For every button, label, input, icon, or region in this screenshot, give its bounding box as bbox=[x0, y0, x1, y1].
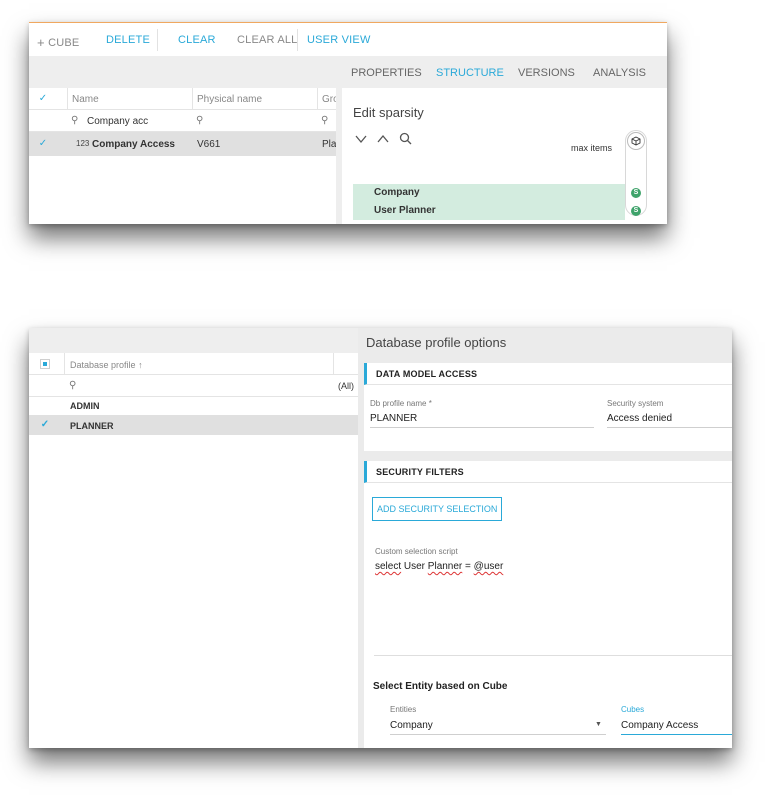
delete-button[interactable]: DELETE bbox=[106, 34, 150, 46]
profile-name-label: Db profile name * bbox=[370, 399, 432, 408]
profile-name: PLANNER bbox=[70, 421, 114, 431]
column-divider bbox=[333, 353, 334, 375]
row-checkbox[interactable]: ✓ bbox=[38, 139, 48, 149]
list-item[interactable]: ADMIN bbox=[29, 395, 358, 415]
custom-script-label: Custom selection script bbox=[375, 547, 458, 556]
cube-toolbar: + CUBE DELETE CLEAR CLEAR ALL USER VIEW bbox=[29, 23, 667, 56]
search-icon[interactable]: ⚲ bbox=[321, 115, 328, 126]
column-divider bbox=[67, 88, 68, 110]
select-all-checkbox[interactable] bbox=[40, 359, 50, 369]
section-heading: SECURITY FILTERS bbox=[364, 461, 732, 483]
max-items-label: max items bbox=[571, 143, 613, 153]
clear-all-button[interactable]: CLEAR ALL bbox=[237, 34, 298, 46]
profile-options-pane: Database profile options DATA MODEL ACCE… bbox=[358, 328, 732, 748]
cubes-input[interactable]: Company Access bbox=[621, 720, 698, 731]
plus-icon: + bbox=[37, 35, 45, 50]
detail-tabs: PROPERTIES STRUCTURE VERSIONS ANALYSIS bbox=[336, 56, 667, 88]
toolbar-divider bbox=[157, 29, 158, 51]
row-physical-name: V661 bbox=[197, 139, 221, 150]
profile-name: ADMIN bbox=[70, 401, 100, 411]
grid-filter-row: ⚲ Company acc ⚲ ⚲ bbox=[29, 110, 336, 132]
search-icon[interactable] bbox=[399, 132, 412, 148]
user-view-button[interactable]: USER VIEW bbox=[307, 34, 371, 46]
sparsity-row-user-planner[interactable]: User Planner bbox=[353, 202, 625, 220]
field-underline bbox=[370, 427, 594, 428]
profile-name-field[interactable]: PLANNER bbox=[370, 413, 417, 424]
add-cube-button[interactable]: + CUBE bbox=[37, 34, 79, 50]
security-filters-section: SECURITY FILTERS ADD SECURITY SELECTION … bbox=[364, 461, 732, 748]
edit-sparsity-title: Edit sparsity bbox=[353, 105, 424, 120]
section-heading: DATA MODEL ACCESS bbox=[364, 363, 732, 385]
filter-all-dropdown[interactable]: (All) bbox=[338, 381, 354, 391]
select-all-checkbox[interactable]: ✓ bbox=[38, 94, 48, 104]
profile-list-header: Database profile ↑ bbox=[29, 353, 358, 375]
search-icon[interactable]: ⚲ bbox=[196, 115, 203, 126]
grid-header-row: ✓ Name Physical name Gro bbox=[29, 88, 339, 110]
edit-sparsity-pane: Edit sparsity max items Company S User P… bbox=[342, 88, 667, 224]
search-icon: ⚲ bbox=[71, 115, 79, 126]
column-header-database-profile[interactable]: Database profile ↑ bbox=[70, 360, 143, 370]
clear-button[interactable]: CLEAR bbox=[178, 34, 216, 46]
tab-structure[interactable]: STRUCTURE bbox=[436, 67, 504, 79]
column-divider bbox=[192, 88, 193, 110]
toolbar-divider bbox=[297, 29, 298, 51]
custom-script-textarea[interactable]: select User Planner = @user bbox=[375, 561, 503, 572]
field-underline-active bbox=[621, 734, 732, 735]
data-model-access-section: DATA MODEL ACCESS Db profile name * PLAN… bbox=[364, 363, 732, 451]
column-divider bbox=[64, 353, 65, 375]
profile-filter-row: ⚲ (All) bbox=[29, 375, 358, 397]
cube-icon[interactable] bbox=[627, 132, 645, 150]
entities-label: Entities bbox=[390, 705, 417, 714]
database-profile-panel: Database profile ↑ ⚲ (All) ADMIN ✓ PLANN… bbox=[29, 328, 732, 748]
tab-properties[interactable]: PROPERTIES bbox=[351, 67, 422, 79]
search-icon[interactable]: ⚲ bbox=[69, 380, 76, 391]
sparsity-row-company[interactable]: Company bbox=[353, 184, 625, 202]
field-underline bbox=[607, 427, 732, 428]
list-item[interactable]: ✓ PLANNER bbox=[29, 415, 358, 435]
column-header-name[interactable]: Name bbox=[72, 94, 99, 105]
script-underline bbox=[374, 655, 732, 656]
chevron-up-icon[interactable] bbox=[377, 133, 389, 148]
grid-top-bar bbox=[29, 56, 336, 88]
entities-select[interactable]: Company bbox=[390, 720, 433, 731]
select-entity-heading: Select Entity based on Cube bbox=[373, 681, 508, 692]
dropdown-arrow-icon[interactable]: ▼ bbox=[595, 721, 602, 728]
column-divider bbox=[317, 88, 318, 110]
row-checkbox[interactable]: ✓ bbox=[40, 420, 50, 430]
field-underline bbox=[390, 734, 606, 735]
column-header-physical-name[interactable]: Physical name bbox=[197, 94, 262, 105]
cubes-label: Cubes bbox=[621, 705, 645, 714]
tab-analysis[interactable]: ANALYSIS bbox=[593, 67, 646, 79]
sort-ascending-icon: ↑ bbox=[138, 360, 143, 370]
table-row[interactable]: ✓ 123 Company Access V661 Pla bbox=[29, 132, 336, 156]
add-security-selection-button[interactable]: ADD SECURITY SELECTION bbox=[372, 497, 503, 521]
page-title: Database profile options bbox=[366, 335, 507, 350]
security-system-select[interactable]: Access denied bbox=[607, 413, 672, 424]
row-name: Company Access bbox=[92, 139, 175, 150]
sparse-badge[interactable]: S bbox=[631, 206, 641, 216]
chevron-down-icon[interactable] bbox=[355, 133, 367, 148]
name-filter-input[interactable]: Company acc bbox=[87, 116, 148, 127]
cube-structure-panel: + CUBE DELETE CLEAR CLEAR ALL USER VIEW … bbox=[29, 22, 667, 224]
row-group: Pla bbox=[322, 139, 337, 150]
sparsity-toggle-column bbox=[625, 130, 647, 216]
numeric-cube-icon: 123 bbox=[76, 139, 90, 148]
list-top-bar bbox=[29, 328, 358, 353]
sparse-badge[interactable]: S bbox=[631, 188, 641, 198]
security-system-label: Security system bbox=[607, 399, 664, 408]
tab-versions[interactable]: VERSIONS bbox=[518, 67, 575, 79]
